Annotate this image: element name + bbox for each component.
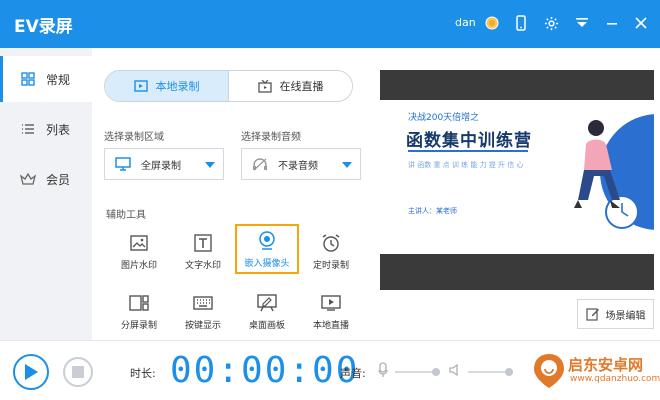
volume-label: 声音: — [340, 367, 366, 380]
tool-split-screen[interactable]: 分屏录制 — [107, 288, 171, 334]
tool-desktop-board[interactable]: 桌面画板 — [235, 288, 299, 334]
slider-knob[interactable] — [432, 368, 440, 376]
watermark-logo-icon — [534, 354, 564, 388]
play-icon — [25, 364, 38, 380]
stop-icon — [72, 366, 84, 378]
sidebar-item-label: 列表 — [46, 122, 71, 137]
mode-tabs: 本地录制 在线直播 — [104, 70, 353, 102]
tab-live-stream[interactable]: 在线直播 — [229, 71, 352, 101]
tool-label: 分屏录制 — [120, 321, 157, 331]
tab-local-record[interactable]: 本地录制 — [105, 71, 229, 101]
tab-label: 在线直播 — [279, 80, 324, 93]
phone-icon[interactable] — [512, 14, 530, 32]
monitor-icon — [115, 157, 133, 171]
tool-label: 图片水印 — [120, 261, 157, 271]
minimize-icon[interactable] — [603, 14, 621, 32]
scene-edit-button[interactable]: 场景编辑 — [577, 299, 654, 329]
tool-label: 嵌入摄像头 — [244, 259, 290, 269]
grid-icon — [20, 71, 36, 87]
settings-icon[interactable] — [542, 14, 560, 32]
watermark-text: 启东安卓网 — [568, 356, 644, 374]
drawing-board-icon — [256, 292, 278, 314]
record-audio-select[interactable]: 不录音频 — [241, 148, 361, 180]
tool-embed-webcam[interactable]: 嵌入摄像头 — [235, 224, 299, 274]
sidebar-item-list[interactable]: 列表 — [0, 106, 92, 152]
headphones-icon — [252, 157, 270, 171]
tool-text-watermark[interactable]: 文字水印 — [171, 228, 235, 274]
record-audio-label: 选择录制音频 — [241, 132, 301, 143]
slide-presenter: 主讲人：某老师 — [408, 207, 457, 215]
text-icon — [192, 232, 214, 254]
site-watermark: 启东安卓网 www.qdanzhuo.com — [530, 350, 660, 394]
duration-label: 时长: — [130, 367, 156, 380]
tools-label: 辅助工具 — [106, 210, 146, 221]
tool-label: 本地直播 — [312, 321, 349, 331]
webcam-icon — [256, 230, 278, 252]
chevron-down-icon — [342, 162, 352, 168]
record-screen-icon — [133, 80, 148, 92]
tool-scheduled-record[interactable]: 定时录制 — [299, 228, 363, 274]
title-bar: EV录屏 dan — [0, 0, 660, 48]
watermark-url: www.qdanzhuo.com — [570, 374, 660, 384]
stop-record-button[interactable] — [63, 357, 93, 387]
tool-label: 文字水印 — [184, 261, 221, 271]
live-icon — [320, 292, 342, 314]
app-title: EV录屏 — [14, 17, 73, 37]
record-area-select[interactable]: 全屏录制 — [104, 148, 224, 180]
sidebar: 常规 列表 会员 — [0, 48, 92, 340]
preview-slide: 决战200天倍增之 函数集中训练营 讲 函数 重 点 训 练 能 力 提 升 信… — [380, 100, 654, 254]
sidebar-item-label: 常规 — [46, 72, 71, 87]
start-record-button[interactable] — [13, 354, 49, 390]
edit-icon — [585, 307, 600, 321]
record-area-value: 全屏录制 — [141, 160, 181, 172]
list-icon — [20, 121, 36, 137]
slide-underline — [408, 150, 528, 152]
mic-volume-slider[interactable] — [395, 368, 440, 376]
close-icon[interactable] — [632, 14, 650, 32]
keyboard-icon — [192, 292, 214, 314]
sidebar-item-member[interactable]: 会员 — [0, 156, 92, 202]
image-icon — [128, 232, 150, 254]
slide-title: 函数集中训练营 — [406, 131, 532, 151]
speaker-icon[interactable] — [449, 361, 463, 379]
sidebar-item-general[interactable]: 常规 — [0, 56, 92, 102]
split-screen-icon — [128, 292, 150, 314]
menu-icon[interactable] — [573, 14, 591, 32]
alarm-icon — [320, 232, 342, 254]
slider-knob[interactable] — [505, 368, 513, 376]
tool-image-watermark[interactable]: 图片水印 — [107, 228, 171, 274]
slide-illustration — [574, 114, 654, 230]
preview-panel: 决战200天倍增之 函数集中训练营 讲 函数 重 点 训 练 能 力 提 升 信… — [380, 70, 654, 290]
speaker-volume-slider[interactable] — [468, 368, 513, 376]
record-area-label: 选择录制区域 — [104, 132, 164, 143]
tool-label: 按键显示 — [184, 321, 221, 331]
tool-local-live[interactable]: 本地直播 — [299, 288, 363, 334]
tab-label: 本地录制 — [155, 80, 200, 93]
tool-key-display[interactable]: 按键显示 — [171, 288, 235, 334]
slide-description: 讲 函数 重 点 训 练 能 力 提 升 信 心 — [408, 161, 524, 169]
slide-subtitle: 决战200天倍增之 — [408, 113, 480, 123]
scene-edit-label: 场景编辑 — [605, 310, 646, 322]
chevron-down-icon — [205, 162, 215, 168]
microphone-icon[interactable] — [376, 361, 390, 379]
record-audio-value: 不录音频 — [278, 160, 318, 172]
tv-icon — [257, 79, 272, 93]
tool-label: 定时录制 — [312, 261, 349, 271]
sidebar-item-label: 会员 — [46, 172, 71, 187]
record-timer: 00:00:00 — [170, 350, 360, 391]
tool-label: 桌面画板 — [248, 321, 285, 331]
crown-icon — [20, 171, 36, 187]
username[interactable]: dan — [455, 16, 476, 29]
coin-icon[interactable] — [483, 14, 501, 32]
